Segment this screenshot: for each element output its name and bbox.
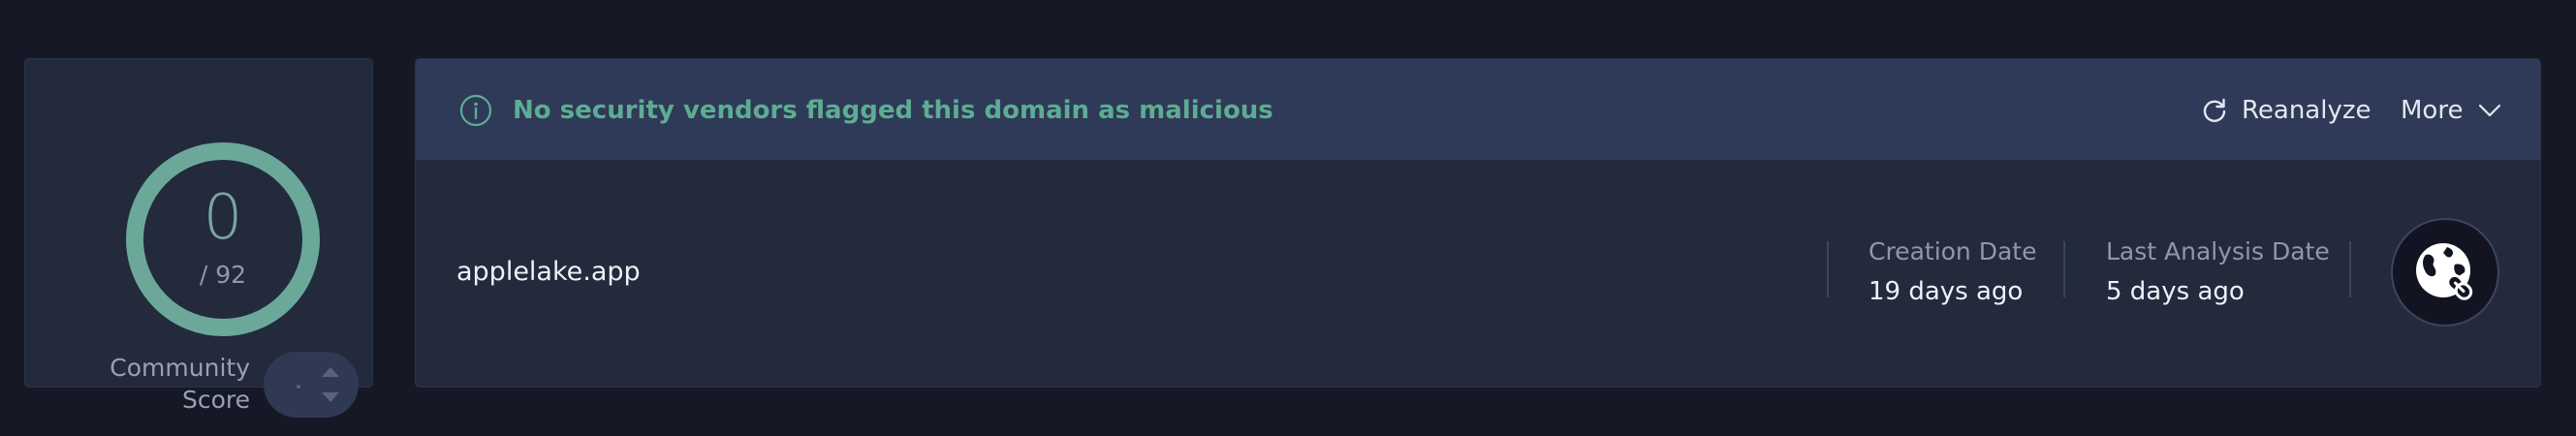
more-menu-button[interactable]: More — [2401, 88, 2501, 133]
reanalyze-label: Reanalyze — [2242, 96, 2372, 125]
detection-alert-message: No security vendors flagged this domain … — [513, 96, 1273, 125]
divider — [1827, 241, 1829, 297]
domain-type-badge — [2391, 218, 2499, 327]
detection-total: / 92 — [199, 261, 247, 289]
more-label: More — [2401, 96, 2464, 125]
creation-date-value: 19 days ago — [1869, 277, 2024, 306]
domain-details-row: applelake.app Creation Date 19 days ago … — [416, 160, 2540, 387]
divider — [2063, 241, 2065, 297]
detection-score-ring: 0 / 92 — [126, 142, 320, 336]
vote-down-icon[interactable] — [322, 392, 339, 402]
detection-count: 0 — [203, 182, 243, 254]
globe-link-icon — [2416, 243, 2473, 300]
community-score-label: Community Score — [110, 354, 250, 414]
last-analysis-date-label: Last Analysis Date — [2106, 237, 2330, 265]
refresh-icon — [2203, 98, 2226, 122]
divider — [2349, 241, 2351, 297]
community-score-dot — [297, 385, 300, 389]
creation-date-label: Creation Date — [1869, 237, 2037, 265]
community-score-vote-widget[interactable] — [264, 352, 359, 418]
last-analysis-date-value: 5 days ago — [2106, 277, 2245, 306]
domain-name: applelake.app — [456, 257, 641, 287]
reanalyze-button[interactable]: Reanalyze — [2201, 88, 2372, 133]
vote-up-icon[interactable] — [322, 367, 339, 377]
domain-summary-panel: No security vendors flagged this domain … — [415, 58, 2541, 388]
detection-score-card: 0 / 92 Community Score — [24, 58, 373, 418]
info-circle-icon — [459, 94, 492, 127]
chevron-down-icon — [2479, 104, 2501, 117]
detection-alert-bar: No security vendors flagged this domain … — [416, 59, 2540, 160]
